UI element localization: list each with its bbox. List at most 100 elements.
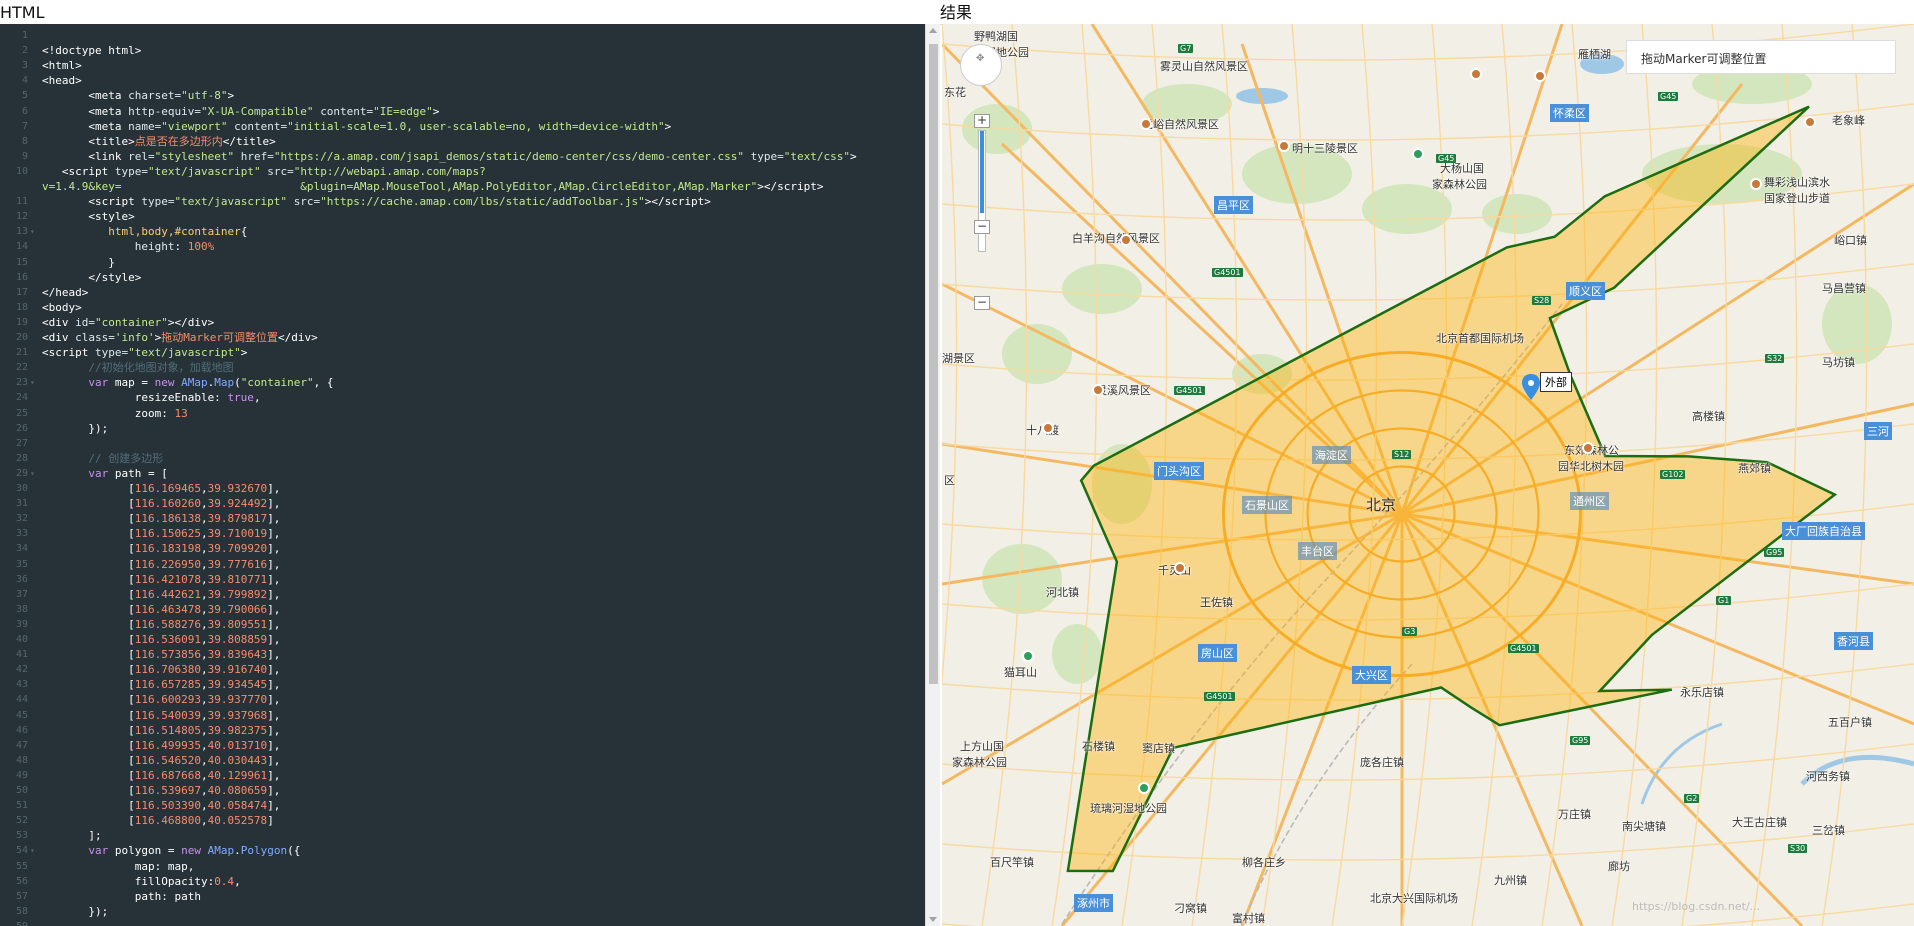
poi-icon[interactable] [1582, 442, 1594, 454]
code-line[interactable]: 11 <script type="text/javascript" src="h… [0, 194, 915, 209]
poi-icon[interactable] [1174, 562, 1186, 574]
code-line[interactable]: 21 <script type="text/javascript"> [0, 345, 915, 360]
code-editor[interactable]: 1 2 <!doctype html> 3 <html> 4 <head> 5 <meta c… [0, 24, 925, 926]
code-line[interactable]: 39 [116.588276,39.809551], [0, 617, 915, 632]
code-line[interactable]: 5 <meta charset="utf-8"> [0, 88, 915, 103]
code-line[interactable]: 53 ]; [0, 828, 915, 843]
code-line[interactable]: 14 height: 100% [0, 239, 915, 254]
fold-toggle-icon[interactable]: ▾ [30, 224, 35, 239]
code-line[interactable]: 12 <style> [0, 209, 915, 224]
code-line[interactable]: 34 [116.183198,39.709920], [0, 541, 915, 556]
poi-icon[interactable] [1534, 70, 1546, 82]
code-line[interactable]: 42 [116.706380,39.916740], [0, 662, 915, 677]
park-icon[interactable] [1138, 782, 1150, 794]
code-line[interactable]: 51 [116.503390,40.058474], [0, 798, 915, 813]
fold-toggle-icon[interactable]: ▾ [30, 843, 35, 858]
code-line[interactable]: 8 <title>点是否在多边形内</title> [0, 134, 915, 149]
code-line[interactable]: 56 fillOpacity:0.4, [0, 874, 915, 889]
code-line[interactable]: 47 [116.499935,40.013710], [0, 738, 915, 753]
code-line[interactable]: 50 [116.539697,40.080659], [0, 783, 915, 798]
code-text: } [42, 255, 115, 269]
line-number: 39 [15, 618, 28, 630]
poi-icon[interactable] [1470, 68, 1482, 80]
code-line[interactable]: 24 resizeEnable: true, [0, 390, 915, 405]
poi-icon[interactable] [1092, 384, 1104, 396]
code-line[interactable]: 57 path: path [0, 889, 915, 904]
code-line[interactable]: 30 [116.169465,39.932670], [0, 481, 915, 496]
code-line[interactable]: 19 <div id="container"></div> [0, 315, 915, 330]
code-line[interactable]: 36 [116.421078,39.810771], [0, 572, 915, 587]
code-line[interactable]: 13 ▾ html,body,#container{ [0, 224, 915, 239]
fold-toggle-icon[interactable]: ▾ [30, 466, 35, 481]
zoom-out-button[interactable]: − [974, 296, 990, 310]
code-line[interactable]: 20 <div class='info'>拖动Marker可调整位置</div> [0, 330, 915, 345]
code-line[interactable]: 41 [116.573856,39.839643], [0, 647, 915, 662]
code-line[interactable]: 22 //初始化地图对象，加载地图 [0, 360, 915, 375]
code-line[interactable]: v=1.4.9&key= &plugin=AMap.MouseTool,AMap… [0, 179, 915, 194]
code-line[interactable]: 45 [116.540039,39.937968], [0, 708, 915, 723]
code-line[interactable]: 9 <link rel="stylesheet" href="https://a… [0, 149, 915, 164]
editor-scrollbar[interactable] [925, 24, 940, 926]
code-line[interactable]: 2 <!doctype html> [0, 43, 915, 58]
park-icon[interactable] [1412, 148, 1424, 160]
park-icon[interactable] [1022, 650, 1034, 662]
poi-icon[interactable] [1140, 118, 1152, 130]
code-line[interactable]: 40 [116.536091,39.808859], [0, 632, 915, 647]
code-line[interactable]: 29 ▾ var path = [ [0, 466, 915, 481]
code-line[interactable]: 49 [116.687668,40.129961], [0, 768, 915, 783]
code-line[interactable]: 31 [116.160260,39.924492], [0, 496, 915, 511]
fold-toggle-icon[interactable]: ▾ [30, 375, 35, 390]
code-line[interactable]: 59 [0, 919, 915, 926]
pan-arrows-icon[interactable]: ✥ [976, 53, 984, 64]
place-label: 猫耳山 [1004, 666, 1037, 679]
poi-icon[interactable] [1042, 422, 1054, 434]
pan-control[interactable]: ✥ [960, 44, 1002, 86]
info-box: 拖动Marker可调整位置 [1626, 40, 1896, 74]
code-line[interactable]: 1 [0, 28, 915, 43]
code-line[interactable]: 38 [116.463478,39.790066], [0, 602, 915, 617]
code-line[interactable]: 43 [116.657285,39.934545], [0, 677, 915, 692]
code-line[interactable]: 23 ▾ var map = new AMap.Map("container", … [0, 375, 915, 390]
code-line[interactable]: 48 [116.546520,40.030443], [0, 753, 915, 768]
code-line[interactable]: 26 }); [0, 421, 915, 436]
scroll-down-icon[interactable] [929, 917, 937, 922]
zoom-slider-fill [980, 131, 984, 213]
code-line[interactable]: 10 <script type="text/javascript" src="h… [0, 164, 915, 179]
code-line[interactable]: 28 // 创建多边形 [0, 451, 915, 466]
code-line[interactable]: 27 [0, 436, 915, 451]
forest-area [1052, 624, 1102, 684]
line-number: 37 [15, 588, 28, 600]
line-number: 2 [21, 45, 28, 57]
code-line[interactable]: 32 [116.186138,39.879817], [0, 511, 915, 526]
code-line[interactable]: 25 zoom: 13 [0, 406, 915, 421]
code-line[interactable]: 17 </head> [0, 285, 915, 300]
code-line[interactable]: 7 <meta name="viewport" content="initial… [0, 119, 915, 134]
code-line[interactable]: 52 [116.468800,40.052578] [0, 813, 915, 828]
code-line[interactable]: 55 map: map, [0, 859, 915, 874]
code-line[interactable]: 58 }); [0, 904, 915, 919]
zoom-in-button[interactable]: + [974, 114, 990, 128]
map-container[interactable]: 野鸭湖国 家湿地公园 雁栖湖 雾灵山自然风景区 虎峪自然风景区 明十三陵景区 老象峰 大杨山国… [942, 24, 1914, 926]
code-line[interactable]: 33 [116.150625,39.710019], [0, 526, 915, 541]
zoom-slider-handle[interactable]: − [974, 220, 990, 234]
code-line[interactable]: 18 <body> [0, 300, 915, 315]
scroll-up-icon[interactable] [929, 28, 937, 33]
code-line[interactable]: 6 <meta http-equiv="X-UA-Compatible" con… [0, 104, 915, 119]
code-line[interactable]: 15 } [0, 255, 915, 270]
code-line[interactable]: 4 <head> [0, 73, 915, 88]
code-line[interactable]: 54 ▾ var polygon = new AMap.Polygon({ [0, 843, 915, 858]
code-line[interactable]: 3 <html> [0, 58, 915, 73]
poi-icon[interactable] [1750, 178, 1762, 190]
code-line[interactable]: 35 [116.226950,39.777616], [0, 557, 915, 572]
code-line[interactable]: 16 </style> [0, 270, 915, 285]
code-line[interactable]: 44 [116.600293,39.937770], [0, 692, 915, 707]
poi-icon[interactable] [1120, 234, 1132, 246]
poi-icon[interactable] [1278, 140, 1290, 152]
forest-area [1822, 284, 1892, 364]
zoom-control[interactable]: ✥ + − − [960, 44, 1004, 310]
marker-pin-icon[interactable] [1522, 374, 1540, 400]
code-line[interactable]: 46 [116.514805,39.982375], [0, 723, 915, 738]
code-line[interactable]: 37 [116.442621,39.799892], [0, 587, 915, 602]
poi-icon[interactable] [1804, 116, 1816, 128]
scrollbar-thumb[interactable] [929, 44, 938, 684]
